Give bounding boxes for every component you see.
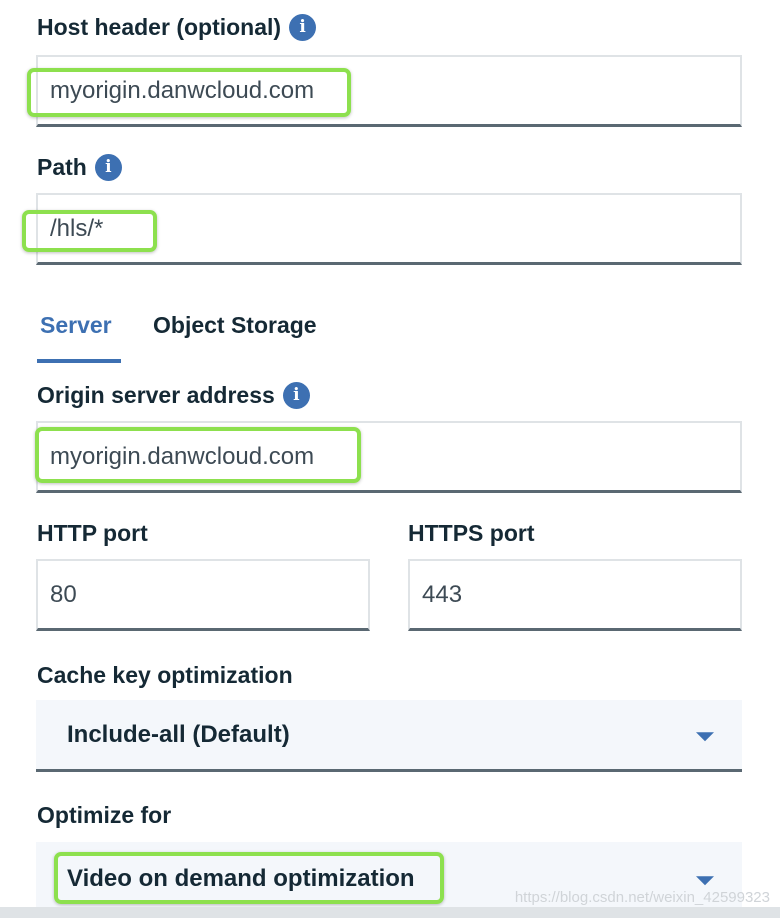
bottom-bar [0,907,780,918]
optimize-for-label: Optimize for [37,802,171,829]
origin-server-label-text: Origin server address [37,382,275,408]
info-icon[interactable]: i [94,154,122,181]
path-label: Path i [37,154,122,181]
info-icon[interactable]: i [282,382,310,409]
cache-key-label-text: Cache key optimization [37,662,293,688]
http-port-label-text: HTTP port [37,520,148,546]
path-value: /hls/* [50,215,104,242]
cache-key-select[interactable]: Include-all (Default) [36,700,742,772]
https-port-input[interactable]: 443 [408,559,742,631]
https-port-label: HTTPS port [408,520,535,547]
https-port-value: 443 [422,580,463,608]
http-port-input[interactable]: 80 [36,559,370,631]
tab-object-storage[interactable]: Object Storage [153,312,317,339]
tab-server[interactable]: Server [40,312,112,339]
http-port-value: 80 [50,580,77,608]
https-port-label-text: HTTPS port [408,520,535,546]
optimize-for-selected-value: Video on demand optimization [67,865,415,892]
info-icon[interactable]: i [289,14,317,41]
http-port-label: HTTP port [37,520,148,547]
active-tab-indicator [37,359,121,363]
origin-server-label: Origin server address i [37,382,310,409]
host-header-label-text: Host header (optional) [37,14,282,40]
cache-key-label: Cache key optimization [37,662,293,689]
path-label-text: Path [37,154,87,180]
optimize-for-label-text: Optimize for [37,802,172,828]
origin-server-value: myorigin.danwcloud.com [50,443,315,470]
cache-key-selected-value: Include-all (Default) [67,720,290,748]
watermark: https://blog.csdn.net/weixin_42599323 [514,889,770,906]
chevron-down-icon[interactable] [696,731,714,741]
chevron-down-icon[interactable] [696,876,714,886]
host-header-label: Host header (optional) i [37,14,317,41]
path-input[interactable] [36,193,742,265]
host-header-value: myorigin.danwcloud.com [50,77,315,104]
